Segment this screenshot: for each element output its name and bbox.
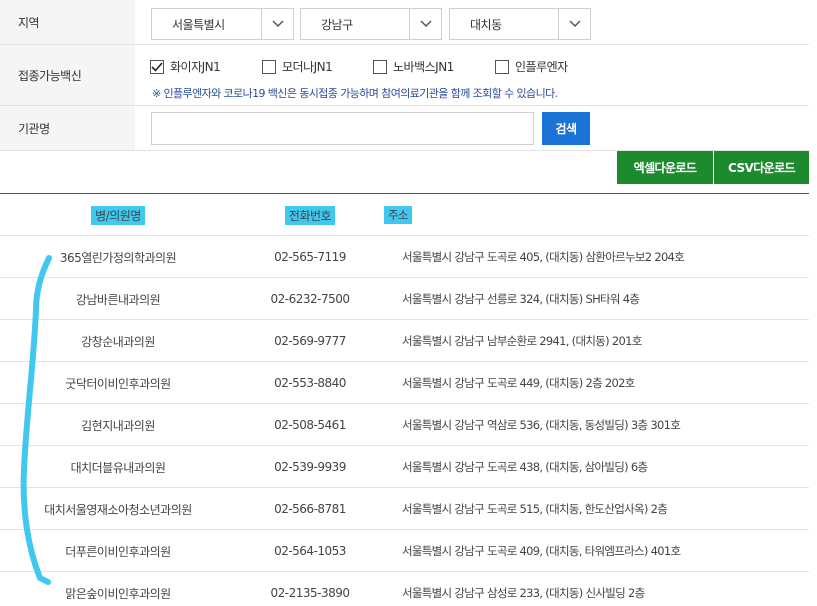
table-row[interactable]: 김현지내과의원 02-508-5461 서울특별시 강남구 역삼로 536, (대치… (0, 404, 809, 446)
header-name: 병/의원명 (0, 194, 236, 236)
clinic-address: 서울특별시 강남구 역삼로 536, (대치동, 동성빌딩) 3층 301호 (402, 418, 681, 432)
org-name-input[interactable] (151, 112, 534, 145)
clinic-phone: 02-566-8781 (274, 502, 346, 516)
sido-select-value: 서울특별시 (172, 17, 225, 32)
region-row: 지역 서울특별시 강남구 대치동 (0, 0, 809, 45)
table-header: 병/의원명 전화번호 주소 (0, 194, 809, 236)
clinic-address: 서울특별시 강남구 선릉로 324, (대치동) SH타워 4층 (402, 292, 640, 306)
table-row[interactable]: 365열린가정의학과의원 02-565-7119 서울특별시 강남구 도곡로 405… (0, 236, 809, 278)
sigungu-select[interactable]: 강남구 (300, 8, 442, 40)
checkbox-checked[interactable] (150, 59, 164, 74)
sigungu-select-value: 강남구 (321, 17, 353, 32)
vaccine-option-pfizer[interactable]: 화이자JN1 (150, 58, 262, 75)
table-row[interactable]: 대치더블유내과의원 02-539-9939 서울특별시 강남구 도곡로 438, (… (0, 446, 809, 488)
clinic-address: 서울특별시 강남구 도곡로 515, (대치동, 한도산업사옥) 2층 (402, 502, 668, 516)
dong-select-value: 대치동 (470, 17, 502, 32)
clinic-name: 맑은숲이비인후과의원 (65, 586, 171, 601)
clinic-address: 서울특별시 강남구 도곡로 449, (대치동) 2층 202호 (402, 376, 635, 390)
vaccine-checkbox-group: 화이자JN1 모더나JN1 노바백스JN1 인플루엔자 (150, 58, 568, 75)
clinic-address: 서울특별시 강남구 남부순환로 2941, (대치동) 201호 (402, 334, 642, 348)
vaccine-option-novavax[interactable]: 노바백스JN1 (373, 58, 495, 75)
clinic-phone: 02-508-5461 (274, 418, 346, 432)
results-table: 병/의원명 전화번호 주소 365열린가정의학과의원 02-565-7119 서울특… (0, 193, 809, 606)
header-tel: 전화번호 (236, 194, 384, 236)
table-row[interactable]: 대치서울영재소아청소년과의원 02-566-8781 서울특별시 강남구 도곡로 5… (0, 488, 809, 530)
excel-download-button[interactable]: 엑셀다운로드 (617, 151, 713, 184)
vaccine-notice: ※ 인플루엔자와 코로나19 백신은 동시접종 가능하며 참여의료기관을 함께 … (152, 87, 558, 100)
clinic-phone: 02-539-9939 (274, 460, 346, 474)
clinic-phone: 02-6232-7500 (270, 292, 350, 306)
clinic-phone: 02-565-7119 (274, 250, 346, 264)
region-label: 지역 (0, 0, 135, 44)
clinic-name: 굿닥터이비인후과의원 (65, 376, 171, 391)
header-addr: 주소 (384, 194, 809, 236)
clinic-phone: 02-2135-3890 (270, 586, 350, 600)
clinic-name: 대치서울영재소아청소년과의원 (44, 502, 192, 517)
clinic-phone: 02-553-8840 (274, 376, 346, 390)
clinic-address: 서울특별시 강남구 도곡로 405, (대치동) 삼환아르누보2 204호 (402, 250, 685, 264)
clinic-address: 서울특별시 강남구 삼성로 233, (대치동) 신사빌딩 2층 (402, 586, 645, 600)
clinic-name: 365열린가정의학과의원 (59, 250, 177, 265)
table-row[interactable]: 강창순내과의원 02-569-9777 서울특별시 강남구 남부순환로 2941, … (0, 320, 809, 362)
clinic-name: 강창순내과의원 (81, 334, 155, 349)
chevron-down-icon[interactable] (261, 9, 293, 39)
org-label: 기관명 (0, 106, 135, 150)
clinic-name: 대치더블유내과의원 (70, 460, 166, 475)
clinic-address: 서울특별시 강남구 도곡로 438, (대치동, 삼아빌딩) 6층 (402, 460, 648, 474)
clinic-address: 서울특별시 강남구 도곡로 409, (대치동, 타워엠프라스) 401호 (402, 544, 681, 558)
table-row[interactable]: 굿닥터이비인후과의원 02-553-8840 서울특별시 강남구 도곡로 449, … (0, 362, 809, 404)
vaccine-option-moderna[interactable]: 모더나JN1 (262, 58, 373, 75)
clinic-phone: 02-564-1053 (274, 544, 346, 558)
sido-select[interactable]: 서울특별시 (151, 8, 294, 40)
checkbox-unchecked[interactable] (495, 59, 509, 74)
csv-download-button[interactable]: CSV다운로드 (714, 151, 809, 184)
clinic-name: 김현지내과의원 (81, 418, 155, 433)
table-row[interactable]: 강남바른내과의원 02-6232-7500 서울특별시 강남구 선릉로 324, (… (0, 278, 809, 320)
table-row[interactable]: 맑은숲이비인후과의원 02-2135-3890 서울특별시 강남구 삼성로 233,… (0, 572, 809, 606)
vaccine-label: 접종가능백신 (0, 45, 135, 105)
chevron-down-icon[interactable] (558, 9, 590, 39)
vaccine-option-label: 인플루엔자 (515, 60, 568, 74)
vaccine-row: 접종가능백신 화이자JN1 모더나JN1 노바백스JN1 인플루엔자 ※ 인플루… (0, 45, 809, 106)
org-row: 기관명 검색 (0, 106, 809, 151)
clinic-phone: 02-569-9777 (274, 334, 346, 348)
chevron-down-icon[interactable] (409, 9, 441, 39)
checkbox-unchecked[interactable] (262, 59, 276, 74)
search-button[interactable]: 검색 (542, 112, 590, 145)
vaccine-option-label: 모더나JN1 (282, 60, 333, 74)
vaccine-option-influenza[interactable]: 인플루엔자 (495, 58, 568, 75)
table-body: 365열린가정의학과의원 02-565-7119 서울특별시 강남구 도곡로 405… (0, 236, 809, 606)
dong-select[interactable]: 대치동 (449, 8, 591, 40)
vaccine-option-label: 화이자JN1 (170, 60, 221, 74)
vaccine-option-label: 노바백스JN1 (393, 60, 454, 74)
table-row[interactable]: 더푸른이비인후과의원 02-564-1053 서울특별시 강남구 도곡로 409, … (0, 530, 809, 572)
checkbox-unchecked[interactable] (373, 59, 387, 74)
clinic-name: 더푸른이비인후과의원 (65, 544, 171, 559)
clinic-name: 강남바른내과의원 (75, 292, 161, 307)
